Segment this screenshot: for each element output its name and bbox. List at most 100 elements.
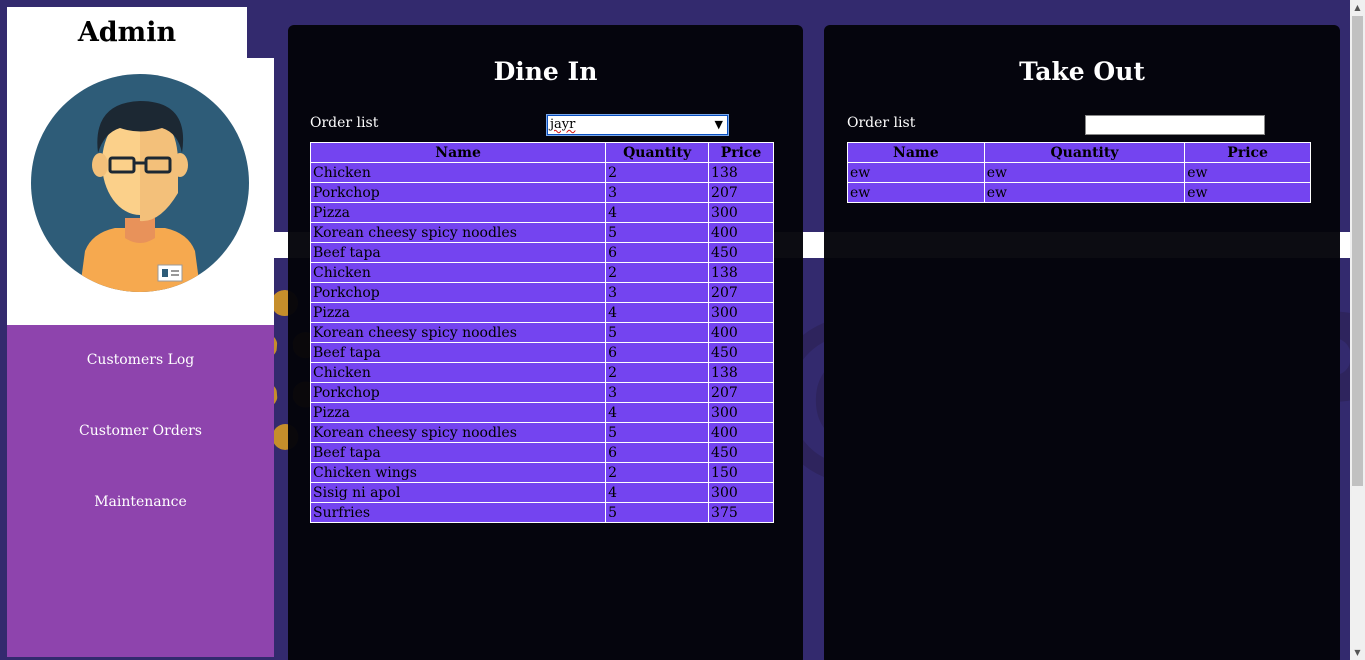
table-row: Korean cheesy spicy noodles 5 400 (309, 222, 774, 243)
cell-price: 300 (708, 482, 774, 503)
cell-quantity: 2 (605, 262, 710, 283)
cell-name: Chicken (309, 262, 607, 283)
table-row: Beef tapa 6 450 (309, 242, 774, 263)
cell-quantity: ew (983, 162, 1186, 183)
column-header-price: Price (708, 142, 774, 163)
column-header-quantity: Quantity (605, 142, 710, 163)
cell-quantity: 2 (605, 162, 710, 183)
avatar (31, 74, 249, 292)
cell-name: Sisig ni apol (309, 482, 607, 503)
table-row: Korean cheesy spicy noodles 5 400 (309, 322, 774, 343)
cell-quantity: 4 (605, 402, 710, 423)
cell-price: 400 (708, 322, 774, 343)
cell-quantity: 3 (605, 382, 710, 403)
dine-in-title: Dine In (493, 57, 598, 86)
cell-name: Porkchop (309, 182, 607, 203)
cell-name: Pizza (309, 402, 607, 423)
cell-price: 300 (708, 402, 774, 423)
cell-price: 450 (708, 242, 774, 263)
cell-name: ew (847, 162, 985, 183)
table-row: Chicken 2 138 (309, 362, 774, 383)
admin-header: Admin (7, 7, 247, 58)
table-header-row: Name Quantity Price (847, 142, 1311, 163)
cell-price: ew (1184, 182, 1311, 203)
cell-quantity: 5 (605, 322, 710, 343)
dine-in-order-table: Name Quantity Price Chicken 2 138 Porkchop 3… (309, 142, 774, 523)
take-out-order-list-label: Order list (847, 115, 916, 131)
column-header-name: Name (847, 142, 985, 163)
scroll-up-arrow-icon[interactable]: ▲ (1350, 0, 1365, 15)
cell-name: Chicken wings (309, 462, 607, 483)
cell-quantity: 6 (605, 442, 710, 463)
cell-price: 375 (708, 502, 774, 523)
cell-quantity: 4 (605, 202, 710, 223)
table-row: Chicken 2 138 (309, 162, 774, 183)
table-row: Surfries 5 375 (309, 502, 774, 523)
cell-price: 207 (708, 382, 774, 403)
page-scrollbar[interactable]: ▲ ▼ (1350, 0, 1365, 660)
cell-name: Porkchop (309, 282, 607, 303)
cell-price: 138 (708, 162, 774, 183)
column-header-price: Price (1184, 142, 1311, 163)
avatar-panel (7, 58, 274, 325)
cell-name: Surfries (309, 502, 607, 523)
cell-quantity: 3 (605, 182, 710, 203)
cell-quantity: 2 (605, 462, 710, 483)
cell-quantity: 3 (605, 282, 710, 303)
admin-title: Admin (77, 17, 177, 48)
cell-quantity: 5 (605, 502, 710, 523)
table-row: ew ew ew (847, 182, 1311, 203)
column-header-quantity: Quantity (983, 142, 1186, 163)
cell-quantity: 5 (605, 222, 710, 243)
cell-price: 300 (708, 302, 774, 323)
cell-price: 300 (708, 202, 774, 223)
dine-in-order-list-label: Order list (310, 115, 379, 131)
cell-name: Korean cheesy spicy noodles (309, 322, 607, 343)
cell-quantity: 2 (605, 362, 710, 383)
table-row: Pizza 4 300 (309, 402, 774, 423)
cell-name: Pizza (309, 302, 607, 323)
table-row: Porkchop 3 207 (309, 282, 774, 303)
cell-price: 150 (708, 462, 774, 483)
cell-name: Korean cheesy spicy noodles (309, 422, 607, 443)
cell-name: Beef tapa (309, 442, 607, 463)
cell-name: Porkchop (309, 382, 607, 403)
nav-customers-log[interactable]: Customers Log (7, 352, 274, 368)
scroll-down-arrow-icon[interactable]: ▼ (1350, 645, 1365, 660)
cell-price: 400 (708, 222, 774, 243)
cell-price: ew (1184, 162, 1311, 183)
table-row: Chicken wings 2 150 (309, 462, 774, 483)
nav-customer-orders[interactable]: Customer Orders (7, 423, 274, 439)
cell-name: Chicken (309, 362, 607, 383)
cell-quantity: 6 (605, 242, 710, 263)
table-header-row: Name Quantity Price (309, 142, 774, 163)
table-row: Chicken 2 138 (309, 262, 774, 283)
cell-price: 450 (708, 442, 774, 463)
customer-select[interactable]: jayr ▼ (546, 114, 729, 136)
table-row: ew ew ew (847, 162, 1311, 183)
dropdown-arrow-icon: ▼ (714, 118, 723, 131)
table-row: Sisig ni apol 4 300 (309, 482, 774, 503)
table-row: Pizza 4 300 (309, 202, 774, 223)
dine-in-panel: Dine In Order list jayr ▼ Name Quantity … (288, 25, 803, 660)
cell-quantity: ew (983, 182, 1186, 203)
cell-name: Chicken (309, 162, 607, 183)
scroll-thumb[interactable] (1352, 16, 1363, 486)
take-out-order-table: Name Quantity Price ew ew ew ew ew ew (847, 142, 1311, 203)
cell-name: Beef tapa (309, 242, 607, 263)
column-header-name: Name (309, 142, 607, 163)
table-row: Pizza 4 300 (309, 302, 774, 323)
table-row: Korean cheesy spicy noodles 5 400 (309, 422, 774, 443)
cell-quantity: 4 (605, 482, 710, 503)
cell-name: ew (847, 182, 985, 203)
sidebar-nav: Customers Log Customer Orders Maintenanc… (7, 325, 274, 657)
table-row: Porkchop 3 207 (309, 182, 774, 203)
take-out-panel: Take Out Order list Name Quantity Price … (824, 25, 1340, 660)
take-out-title: Take Out (1019, 57, 1145, 86)
nav-maintenance[interactable]: Maintenance (7, 494, 274, 510)
table-row: Beef tapa 6 450 (309, 342, 774, 363)
cell-price: 138 (708, 362, 774, 383)
take-out-search-input[interactable] (1085, 115, 1265, 135)
table-row: Porkchop 3 207 (309, 382, 774, 403)
cell-price: 138 (708, 262, 774, 283)
